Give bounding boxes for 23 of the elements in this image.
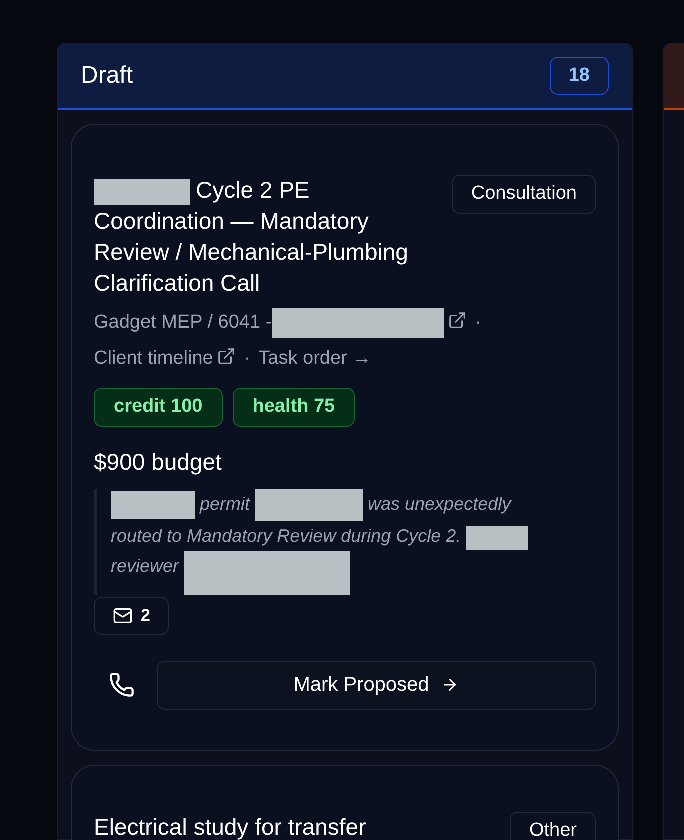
note-text: routed to Mandatory Review during Cycle 2. [111, 525, 462, 548]
type-tag: Consultation [452, 175, 596, 214]
card-title: Coordination — Mandatory Review / Mechanical-Plumbing Clarification Call [94, 207, 410, 298]
note-text: was unexpectedly [368, 493, 512, 516]
mark-proposed-button[interactable]: Mark Proposed [157, 660, 596, 710]
separator-dot: · [475, 311, 482, 335]
message-count-chip[interactable]: 2 [94, 597, 170, 635]
type-tag: Other [510, 812, 596, 840]
external-link-icon[interactable] [448, 311, 468, 330]
budget-text: $900 budget [94, 448, 223, 477]
score-tag: health 75 [232, 388, 356, 426]
redaction-block [466, 526, 528, 550]
note-text: reviewer [111, 555, 180, 578]
separator-dot: · [244, 347, 251, 371]
mail-icon [113, 606, 133, 626]
external-link-icon[interactable] [217, 347, 236, 366]
card-title: Cycle 2 PE [196, 176, 310, 205]
column-title: Draft [81, 61, 134, 91]
note-text: permit [200, 493, 250, 516]
score-tag: credit 100 [94, 388, 223, 426]
count-badge: 18 [550, 56, 609, 96]
card-title: Electrical study for transfer [94, 812, 366, 840]
phone-icon[interactable] [109, 672, 135, 698]
